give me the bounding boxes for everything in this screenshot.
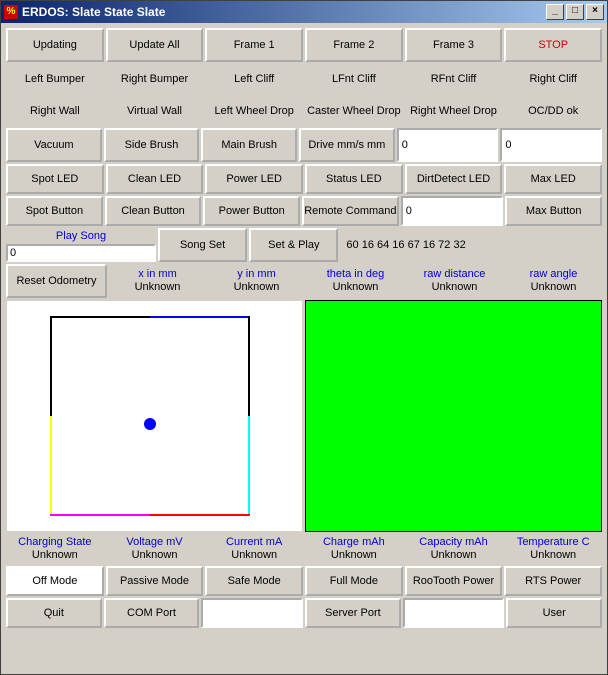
app-window: % ERDOS: Slate State Slate _ □ × Updatin… xyxy=(0,0,608,675)
left-bumper-label: Left Bumper xyxy=(6,64,104,94)
status-led-button[interactable]: Status LED xyxy=(305,164,403,194)
spot-led-button[interactable]: Spot LED xyxy=(6,164,104,194)
off-mode-button[interactable]: Off Mode xyxy=(6,566,104,596)
spot-button[interactable]: Spot Button xyxy=(6,196,103,226)
max-button[interactable]: Max Button xyxy=(505,196,602,226)
main-brush-button[interactable]: Main Brush xyxy=(201,128,297,162)
side-brush-button[interactable]: Side Brush xyxy=(104,128,200,162)
stop-button[interactable]: STOP xyxy=(504,28,602,62)
rts-power-button[interactable]: RTS Power xyxy=(504,566,602,596)
drive-speed-input[interactable]: 0 xyxy=(397,128,499,162)
close-button[interactable]: × xyxy=(586,4,604,20)
temperature-readout: Temperature CUnknown xyxy=(504,534,602,564)
charging-state-readout: Charging StateUnknown xyxy=(6,534,104,564)
safe-mode-button[interactable]: Safe Mode xyxy=(205,566,303,596)
vacuum-button[interactable]: Vacuum xyxy=(6,128,102,162)
right-wheel-drop-label: Right Wheel Drop xyxy=(405,96,503,126)
max-led-button[interactable]: Max LED xyxy=(504,164,602,194)
window-title: ERDOS: Slate State Slate xyxy=(22,5,544,19)
drive-button[interactable]: Drive mm/s mm xyxy=(299,128,395,162)
song-notes-label: 60 16 64 16 67 16 72 32 xyxy=(340,228,602,262)
play-song-input[interactable] xyxy=(6,244,156,262)
set-play-button[interactable]: Set & Play xyxy=(249,228,338,262)
update-all-button[interactable]: Update All xyxy=(106,28,204,62)
remote-command-input[interactable]: 0 xyxy=(401,196,504,226)
right-cliff-label: Right Cliff xyxy=(504,64,602,94)
drive-radius-input[interactable]: 0 xyxy=(500,128,602,162)
client-area: Updating Update All Frame 1 Frame 2 Fram… xyxy=(1,23,607,633)
server-port-input[interactable] xyxy=(403,598,505,628)
clean-button[interactable]: Clean Button xyxy=(105,196,202,226)
server-port-button[interactable]: Server Port xyxy=(305,598,401,628)
charge-readout: Charge mAhUnknown xyxy=(305,534,403,564)
com-port-input[interactable] xyxy=(201,598,303,628)
raw-distance-readout: raw distanceUnknown xyxy=(406,264,503,298)
updating-button[interactable]: Updating xyxy=(6,28,104,62)
quit-button[interactable]: Quit xyxy=(6,598,102,628)
current-readout: Current mAUnknown xyxy=(205,534,303,564)
voltage-readout: Voltage mVUnknown xyxy=(106,534,204,564)
user-button[interactable]: User xyxy=(506,598,602,628)
com-port-button[interactable]: COM Port xyxy=(104,598,200,628)
power-led-button[interactable]: Power LED xyxy=(205,164,303,194)
camera-canvas xyxy=(305,300,602,532)
y-mm-readout: y in mmUnknown xyxy=(208,264,305,298)
frame-1-button[interactable]: Frame 1 xyxy=(205,28,303,62)
titlebar: % ERDOS: Slate State Slate _ □ × xyxy=(1,1,607,23)
ocdd-ok-label: OC/DD ok xyxy=(504,96,602,126)
virtual-wall-label: Virtual Wall xyxy=(106,96,204,126)
sensor-canvas xyxy=(6,300,303,532)
app-icon: % xyxy=(4,5,18,19)
passive-mode-button[interactable]: Passive Mode xyxy=(106,566,204,596)
left-wheel-drop-label: Left Wheel Drop xyxy=(205,96,303,126)
raw-angle-readout: raw angleUnknown xyxy=(505,264,602,298)
caster-wheel-drop-label: Caster Wheel Drop xyxy=(305,96,403,126)
rfnt-cliff-label: RFnt Cliff xyxy=(405,64,503,94)
song-set-button[interactable]: Song Set xyxy=(158,228,247,262)
play-song-label: Play Song xyxy=(6,228,156,244)
right-wall-label: Right Wall xyxy=(6,96,104,126)
maximize-button[interactable]: □ xyxy=(566,4,584,20)
minimize-button[interactable]: _ xyxy=(546,4,564,20)
clean-led-button[interactable]: Clean LED xyxy=(106,164,204,194)
robot-marker xyxy=(144,418,156,430)
frame-2-button[interactable]: Frame 2 xyxy=(305,28,403,62)
left-cliff-label: Left Cliff xyxy=(205,64,303,94)
dirtdetect-led-button[interactable]: DirtDetect LED xyxy=(405,164,503,194)
frame-3-button[interactable]: Frame 3 xyxy=(405,28,503,62)
right-bumper-label: Right Bumper xyxy=(106,64,204,94)
reset-odometry-button[interactable]: Reset Odometry xyxy=(6,264,107,298)
theta-readout: theta in degUnknown xyxy=(307,264,404,298)
capacity-readout: Capacity mAhUnknown xyxy=(405,534,503,564)
rootooth-power-button[interactable]: RooTooth Power xyxy=(405,566,503,596)
power-button[interactable]: Power Button xyxy=(203,196,300,226)
x-mm-readout: x in mmUnknown xyxy=(109,264,206,298)
full-mode-button[interactable]: Full Mode xyxy=(305,566,403,596)
remote-command-button[interactable]: Remote Command xyxy=(302,196,399,226)
lfnt-cliff-label: LFnt Cliff xyxy=(305,64,403,94)
